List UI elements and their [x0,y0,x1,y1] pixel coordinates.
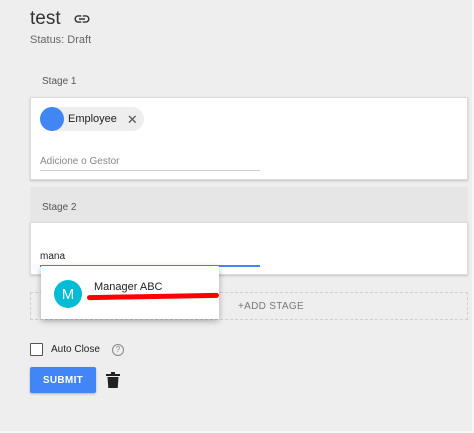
stage-2-search-input[interactable] [40,247,260,267]
option-name: Manager ABC [94,281,163,293]
autocomplete-dropdown: M Manager ABC [41,266,220,319]
avatar [40,107,64,131]
status-text: Status: Draft [30,34,92,46]
auto-close-checkbox[interactable] [30,343,43,356]
stage-1-label: Stage 1 [42,76,77,87]
redaction-mark [86,292,220,301]
add-stage-label: +ADD STAGE [238,300,304,312]
link-icon[interactable] [73,10,91,28]
header: test [30,8,91,30]
close-icon[interactable]: ✕ [127,113,138,126]
add-manager-input[interactable] [40,152,260,171]
submit-button[interactable]: SUBMIT [30,367,96,393]
auto-close-row: Auto Close ? [30,343,124,356]
stage-2-header [30,187,468,225]
stage-2-label: Stage 2 [42,202,77,213]
avatar: M [54,280,82,308]
page-title: test [30,8,61,29]
trash-icon[interactable] [106,372,120,388]
chip-label: Employee [68,113,117,125]
dropdown-option[interactable]: M Manager ABC [41,266,220,319]
help-circle-icon[interactable]: ? [111,343,124,356]
auto-close-label: Auto Close [51,344,100,355]
employee-chip: Employee ✕ [40,107,144,131]
